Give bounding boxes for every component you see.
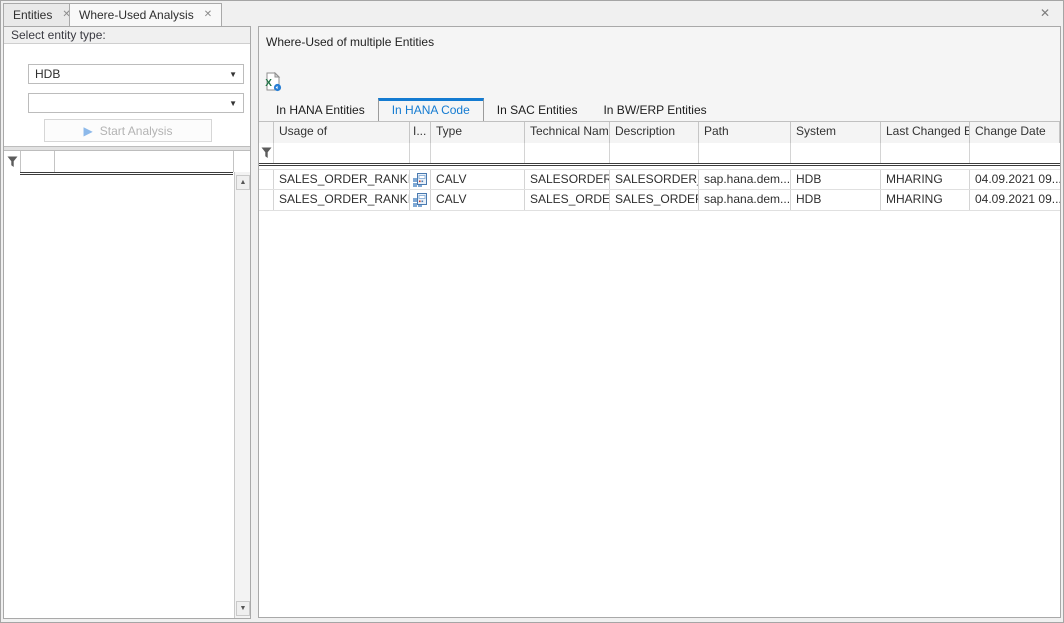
col-header-change-date[interactable]: Change Date — [970, 122, 1060, 143]
grid-divider — [20, 172, 233, 175]
tab-where-used-label: Where-Used Analysis — [79, 8, 194, 22]
tab-entities-label: Entities — [13, 8, 52, 22]
play-icon: ▶ — [84, 125, 93, 137]
results-title: Where-Used of multiple Entities — [266, 35, 434, 49]
calculation-view-icon — [412, 192, 428, 208]
cell-system: HDB — [791, 190, 881, 210]
cell-description: SALES_ORDER... — [610, 190, 699, 210]
cell-last-changed-by: MHARING — [881, 190, 970, 210]
row-indicator-cell — [259, 190, 274, 210]
col-header-icon[interactable]: I... — [410, 122, 431, 143]
funnel-icon — [7, 156, 18, 168]
filter-cell[interactable] — [410, 143, 431, 163]
row-indicator-cell — [259, 170, 274, 189]
where-used-results-panel: Where-Used of multiple Entities X In HAN… — [258, 26, 1061, 618]
entity-type-value: HDB — [35, 67, 229, 81]
cell-usage-of: SALES_ORDER_RANKING — [274, 190, 410, 210]
cell-usage-of: SALES_ORDER_RANKING — [274, 170, 410, 189]
panel-title: Select entity type: — [4, 27, 250, 44]
entity-select-panel: Select entity type: HDB ▼ ▼ ▶ Start Anal… — [3, 26, 251, 619]
filter-cell[interactable] — [970, 143, 1060, 163]
start-analysis-button[interactable]: ▶ Start Analysis — [44, 119, 212, 142]
col-header-system[interactable]: System — [791, 122, 881, 143]
filter-cell[interactable] — [20, 151, 55, 172]
cell-description: SALESORDER_... — [610, 170, 699, 189]
cell-change-date: 04.09.2021 09... — [970, 170, 1060, 189]
col-header-usage-of[interactable]: Usage of — [274, 122, 410, 143]
cell-technical-name: SALESORDER_... — [525, 170, 610, 189]
tab-where-used-analysis[interactable]: Where-Used Analysis ✕ — [69, 3, 222, 26]
cell-technical-name: SALES_ORDER... — [525, 190, 610, 210]
chevron-down-icon[interactable]: ▼ — [229, 70, 237, 79]
entity-type-dropdown[interactable]: HDB ▼ — [28, 64, 244, 84]
filter-cell[interactable] — [55, 151, 234, 172]
cell-system: HDB — [791, 170, 881, 189]
header-indicator-cell — [259, 122, 274, 143]
export-to-excel-button[interactable]: X — [263, 72, 283, 92]
filter-cell[interactable] — [791, 143, 881, 163]
chevron-down-icon[interactable]: ▼ — [229, 99, 237, 108]
cell-type: CALV — [431, 170, 525, 189]
entity-list-grid: ▲ ▼ — [4, 151, 250, 618]
filter-cell[interactable] — [525, 143, 610, 163]
app-window: Entities ✕ Where-Used Analysis ✕ ✕ Selec… — [0, 0, 1064, 623]
col-header-type[interactable]: Type — [431, 122, 525, 143]
tab-close-icon[interactable]: ✕ — [204, 10, 212, 20]
table-header-row: Usage of I... Type Technical Name Descri… — [259, 122, 1060, 143]
filter-cell[interactable] — [610, 143, 699, 163]
scroll-down-icon[interactable]: ▼ — [236, 601, 250, 616]
table-row[interactable]: SALES_ORDER_RANKING CALV SALES_ORDER... … — [259, 190, 1060, 211]
start-analysis-label: Start Analysis — [100, 124, 173, 138]
filter-icon[interactable] — [259, 143, 274, 163]
where-used-table: Usage of I... Type Technical Name Descri… — [259, 121, 1060, 617]
funnel-icon — [261, 147, 272, 159]
excel-export-icon: X — [263, 72, 283, 92]
calculation-view-icon — [412, 172, 428, 188]
cell-icon — [410, 170, 431, 189]
filter-cell[interactable] — [274, 143, 410, 163]
tab-in-hana-code[interactable]: In HANA Code — [378, 98, 484, 121]
table-row[interactable]: SALES_ORDER_RANKING CALV SALESORDER_... … — [259, 169, 1060, 190]
tab-in-bw-erp-entities[interactable]: In BW/ERP Entities — [590, 98, 719, 121]
table-filter-row — [259, 143, 1060, 163]
close-icon[interactable]: ✕ — [1037, 5, 1053, 21]
col-header-path[interactable]: Path — [699, 122, 791, 143]
left-scrollbar[interactable]: ▲ ▼ — [234, 172, 250, 618]
filter-icon[interactable] — [4, 151, 20, 172]
cell-path: sap.hana.dem... — [699, 170, 791, 189]
col-header-description[interactable]: Description — [610, 122, 699, 143]
grid-divider — [259, 163, 1060, 166]
cell-icon — [410, 190, 431, 210]
col-header-technical-name[interactable]: Technical Name — [525, 122, 610, 143]
cell-type: CALV — [431, 190, 525, 210]
filter-cell[interactable] — [881, 143, 970, 163]
filter-cell[interactable] — [431, 143, 525, 163]
entity-list-filter-row — [4, 151, 234, 172]
filter-cell[interactable] — [699, 143, 791, 163]
cell-change-date: 04.09.2021 09... — [970, 190, 1060, 210]
tab-in-hana-entities[interactable]: In HANA Entities — [263, 98, 378, 121]
svg-text:X: X — [265, 78, 272, 89]
cell-last-changed-by: MHARING — [881, 170, 970, 189]
scroll-up-icon[interactable]: ▲ — [236, 175, 250, 190]
tab-in-sac-entities[interactable]: In SAC Entities — [484, 98, 591, 121]
col-header-last-changed-by[interactable]: Last Changed By — [881, 122, 970, 143]
document-tabbar: Entities ✕ Where-Used Analysis ✕ ✕ — [1, 1, 1063, 26]
cell-path: sap.hana.dem... — [699, 190, 791, 210]
entity-subtype-dropdown[interactable]: ▼ — [28, 93, 244, 113]
result-tabstrip: In HANA Entities In HANA Code In SAC Ent… — [263, 98, 1060, 121]
